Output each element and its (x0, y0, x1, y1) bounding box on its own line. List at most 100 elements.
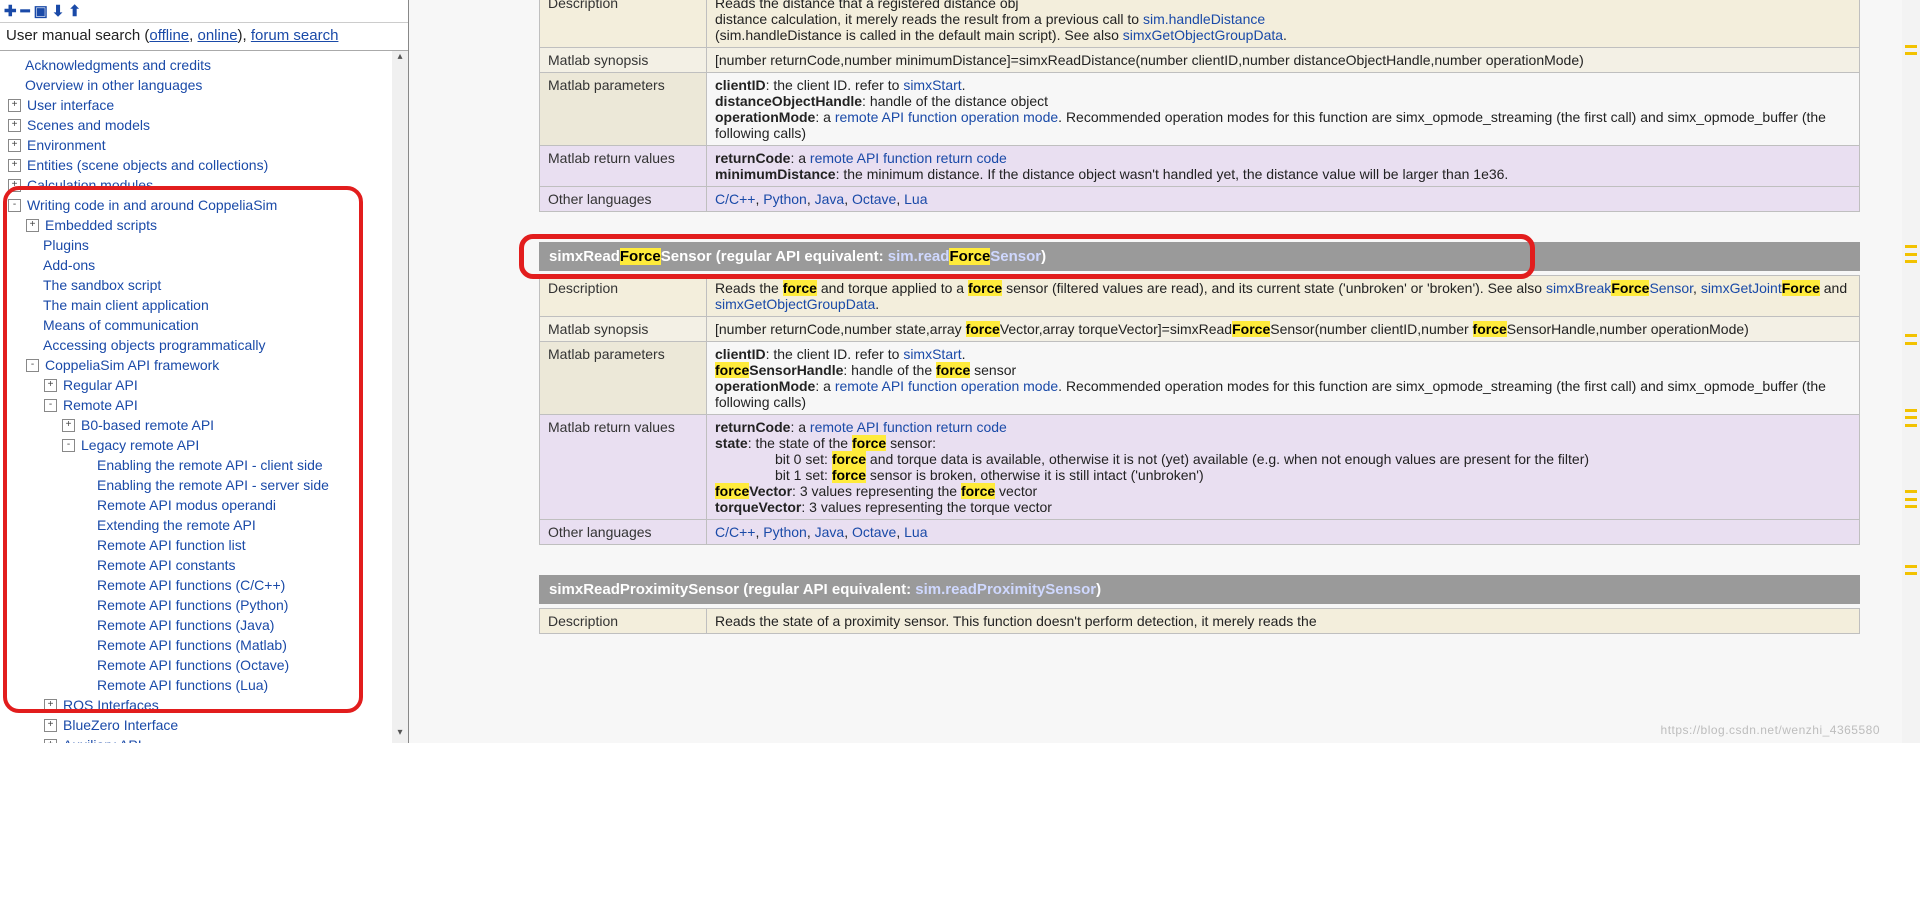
tree-item[interactable]: Remote API functions (Java) (2, 615, 406, 635)
tree-item-label[interactable]: Auxiliary API (63, 735, 142, 743)
link-return-code[interactable]: remote API function return code (810, 419, 1007, 435)
tree-item-label[interactable]: Remote API functions (Java) (97, 615, 274, 635)
expand-icon[interactable]: + (8, 119, 21, 132)
lang-link[interactable]: C/C++ (715, 524, 755, 540)
collapse-icon[interactable]: - (62, 439, 75, 452)
tree-item[interactable]: Accessing objects programmatically (2, 335, 406, 355)
collapse-icon[interactable]: ▣ (34, 2, 48, 20)
forum-search-link[interactable]: forum search (251, 27, 339, 44)
expand-icon[interactable]: + (8, 139, 21, 152)
tree-item[interactable]: The main client application (2, 295, 406, 315)
tree-item[interactable]: Enabling the remote API - server side (2, 475, 406, 495)
lang-link[interactable]: Octave (852, 191, 896, 207)
lang-link[interactable]: Lua (904, 191, 927, 207)
tree-item[interactable]: -Writing code in and around CoppeliaSim (2, 195, 406, 215)
tree-item[interactable]: Acknowledgments and credits (2, 55, 406, 75)
nav-tree-scroll[interactable]: Acknowledgments and creditsOverview in o… (0, 51, 408, 743)
tree-item[interactable]: Overview in other languages (2, 75, 406, 95)
expand-icon[interactable]: + (8, 159, 21, 172)
tree-item[interactable]: +Entities (scene objects and collections… (2, 155, 406, 175)
scrollbar-vertical[interactable]: ▴ ▾ (392, 51, 408, 743)
tree-item[interactable]: The sandbox script (2, 275, 406, 295)
tree-item[interactable]: Add-ons (2, 255, 406, 275)
tree-item-label[interactable]: Scenes and models (27, 115, 150, 135)
tree-item[interactable]: Remote API function list (2, 535, 406, 555)
expand-icon[interactable]: + (26, 219, 39, 232)
expand-icon[interactable]: + (44, 379, 57, 392)
expand-icon[interactable]: + (8, 179, 21, 192)
collapse-icon[interactable]: - (44, 399, 57, 412)
expand-icon[interactable]: + (8, 99, 21, 112)
link-op-mode[interactable]: remote API function operation mode (835, 109, 1058, 125)
tree-item[interactable]: Extending the remote API (2, 515, 406, 535)
tree-item[interactable]: + Regular API (2, 375, 406, 395)
tree-item-label[interactable]: Remote API functions (Octave) (97, 655, 289, 675)
down-icon[interactable]: ⬇ (52, 2, 65, 20)
link-get-joint-force[interactable]: simxGetJointForce (1701, 280, 1820, 296)
tree-item[interactable]: Remote API functions (Lua) (2, 675, 406, 695)
tree-item[interactable]: + Scenes and models (2, 115, 406, 135)
tree-item[interactable]: -Legacy remote API (2, 435, 406, 455)
tree-item-label[interactable]: Overview in other languages (25, 75, 202, 95)
expand-icon[interactable]: + (44, 739, 57, 744)
tree-item[interactable]: -CoppeliaSim API framework (2, 355, 406, 375)
tree-item-label[interactable]: Enabling the remote API - client side (97, 455, 323, 475)
tree-item[interactable]: + Calculation modules (2, 175, 406, 195)
search-online-link[interactable]: online (198, 27, 238, 44)
tree-item[interactable]: + Environment (2, 135, 406, 155)
tree-item[interactable]: -Remote API (2, 395, 406, 415)
link-return-code[interactable]: remote API function return code (810, 150, 1007, 166)
tree-item-label[interactable]: Writing code in and around CoppeliaSim (27, 195, 277, 215)
tree-item-label[interactable]: Regular API (63, 375, 138, 395)
collapse-icon[interactable]: - (8, 199, 21, 212)
tree-item-label[interactable]: Remote API functions (Matlab) (97, 635, 287, 655)
tree-item[interactable]: Remote API functions (C/C++) (2, 575, 406, 595)
tree-item-label[interactable]: Remote API modus operandi (97, 495, 276, 515)
tree-item[interactable]: Enabling the remote API - client side (2, 455, 406, 475)
tree-item-label[interactable]: The sandbox script (43, 275, 161, 295)
lang-link[interactable]: C/C++ (715, 191, 755, 207)
lang-link[interactable]: Octave (852, 524, 896, 540)
up-icon[interactable]: ⬆ (68, 2, 81, 20)
expand-icon[interactable]: + (44, 719, 57, 732)
tree-item-label[interactable]: Remote API functions (Python) (97, 595, 288, 615)
tree-item[interactable]: Remote API constants (2, 555, 406, 575)
link-get-object-group-data[interactable]: simxGetObjectGroupData (715, 296, 875, 312)
tree-item[interactable]: + B0-based remote API (2, 415, 406, 435)
link-handle-distance[interactable]: sim.handleDistance (1143, 11, 1265, 27)
expand-icon[interactable]: + (44, 699, 57, 712)
tree-item-label[interactable]: Remote API functions (C/C++) (97, 575, 285, 595)
tree-item-label[interactable]: User interface (27, 95, 114, 115)
tree-item-label[interactable]: BlueZero Interface (63, 715, 178, 735)
link-break-force-sensor[interactable]: simxBreakForceSensor (1546, 280, 1693, 296)
tree-item-label[interactable]: The main client application (43, 295, 209, 315)
link-get-object-group-data[interactable]: simxGetObjectGroupData (1123, 27, 1283, 43)
tree-item[interactable]: +Embedded scripts (2, 215, 406, 235)
tree-item-label[interactable]: B0-based remote API (81, 415, 214, 435)
tree-item-label[interactable]: Extending the remote API (97, 515, 256, 535)
tree-item-label[interactable]: Legacy remote API (81, 435, 199, 455)
lang-link[interactable]: Java (815, 524, 845, 540)
lang-link[interactable]: Java (815, 191, 845, 207)
expand-icon[interactable]: + (62, 419, 75, 432)
tree-item-label[interactable]: Enabling the remote API - server side (97, 475, 329, 495)
tree-item[interactable]: Remote API modus operandi (2, 495, 406, 515)
link-sim-readproximitysensor[interactable]: sim.readProximitySensor (915, 581, 1096, 598)
tree-item[interactable]: Remote API functions (Octave) (2, 655, 406, 675)
tree-item-label[interactable]: Remote API function list (97, 535, 246, 555)
tree-item[interactable]: Plugins (2, 235, 406, 255)
tree-item-label[interactable]: Remote API constants (97, 555, 236, 575)
tree-item[interactable]: + BlueZero Interface (2, 715, 406, 735)
tree-item-label[interactable]: Remote API (63, 395, 138, 415)
tree-item-label[interactable]: Calculation modules (27, 175, 153, 195)
tree-item[interactable]: +ROS Interfaces (2, 695, 406, 715)
lang-link[interactable]: Python (763, 191, 807, 207)
tree-item-label[interactable]: Environment (27, 135, 106, 155)
tree-item[interactable]: Remote API functions (Matlab) (2, 635, 406, 655)
link-sim-readforcesensor[interactable]: sim.readForceSensor (888, 248, 1041, 265)
tree-item[interactable]: Remote API functions (Python) (2, 595, 406, 615)
tree-item-label[interactable]: Acknowledgments and credits (25, 55, 211, 75)
add-icon[interactable]: ✚ (4, 2, 17, 20)
tree-item[interactable]: + Auxiliary API (2, 735, 406, 743)
minimap-scrollbar[interactable] (1902, 0, 1920, 743)
